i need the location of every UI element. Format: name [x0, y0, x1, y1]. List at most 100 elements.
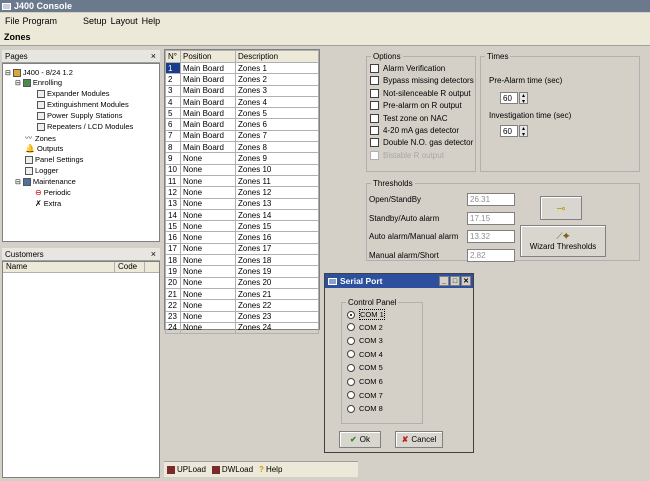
zone-number-cell[interactable]: 12 [165, 186, 181, 199]
zone-number-cell[interactable]: 5 [165, 107, 181, 120]
zone-position-cell[interactable]: Main Board [180, 129, 236, 143]
zone-position-cell[interactable]: Main Board [180, 61, 236, 75]
com-port-radio[interactable]: COM 8 [347, 404, 383, 413]
table-row[interactable]: 4 Main Board Zones 4 [165, 95, 319, 109]
zone-description-cell[interactable]: Zones 10 [235, 163, 319, 176]
zone-number-cell[interactable]: 10 [165, 163, 181, 176]
zone-number-cell[interactable]: 24 [165, 321, 181, 335]
zone-position-cell[interactable]: None [180, 220, 236, 233]
zone-position-cell[interactable]: None [180, 208, 236, 222]
tree-node-expander[interactable]: Expander Modules [37, 89, 110, 98]
zone-number-cell[interactable]: 14 [165, 208, 181, 222]
tree-node-logger[interactable]: Logger [25, 166, 58, 175]
zone-position-cell[interactable]: None [180, 299, 236, 312]
table-row[interactable]: 11 None Zones 11 [165, 174, 319, 188]
menu-layout[interactable]: Layout [111, 16, 138, 26]
key-button[interactable]: ⊸ [540, 196, 582, 220]
zone-position-cell[interactable]: None [180, 197, 236, 210]
customers-close-icon[interactable]: × [151, 248, 156, 261]
table-row[interactable]: 1 Main Board Zones 1 [165, 61, 319, 75]
zone-position-cell[interactable]: None [180, 231, 236, 244]
tree-node-panel-settings[interactable]: Panel Settings [25, 155, 83, 164]
zone-description-cell[interactable]: Zones 21 [235, 287, 319, 301]
zone-position-cell[interactable]: None [180, 287, 236, 301]
option-checkbox[interactable]: Pre-alarm on R output [370, 101, 462, 111]
zone-description-cell[interactable]: Zones 8 [235, 141, 319, 154]
zone-number-cell[interactable]: 4 [165, 95, 181, 109]
zone-number-cell[interactable]: 3 [165, 84, 181, 97]
zone-number-cell[interactable]: 22 [165, 299, 181, 312]
zone-position-cell[interactable]: None [180, 276, 236, 289]
zone-position-cell[interactable]: Main Board [180, 107, 236, 120]
column-position[interactable]: Position [180, 50, 236, 63]
option-checkbox[interactable]: Bypass missing detectors [370, 76, 474, 86]
tree-node-power-supply[interactable]: Power Supply Stations [37, 111, 122, 120]
table-row[interactable]: 23 None Zones 23 [165, 310, 319, 323]
zone-number-cell[interactable]: 13 [165, 197, 181, 210]
customers-list[interactable]: Name Code [2, 261, 160, 478]
menu-program[interactable]: Program [23, 16, 58, 26]
column-number[interactable]: N° [165, 50, 181, 63]
zone-number-cell[interactable]: 18 [165, 254, 181, 267]
tree-node-enrolling[interactable]: ⊟ Enrolling [15, 78, 62, 87]
zone-position-cell[interactable]: None [180, 242, 236, 256]
zone-description-cell[interactable]: Zones 7 [235, 129, 319, 143]
zone-number-cell[interactable]: 9 [165, 152, 181, 165]
table-row[interactable]: 7 Main Board Zones 7 [165, 129, 319, 143]
zone-description-cell[interactable]: Zones 12 [235, 186, 319, 199]
column-code[interactable]: Code [115, 262, 145, 272]
zone-position-cell[interactable]: None [180, 254, 236, 267]
table-row[interactable]: 24 None Zones 24 [165, 321, 319, 335]
zone-number-cell[interactable]: 21 [165, 287, 181, 301]
tree-node-periodic[interactable]: ⊖ Periodic [35, 188, 71, 197]
zone-description-cell[interactable]: Zones 18 [235, 254, 319, 267]
com-port-radio[interactable]: COM 3 [347, 336, 383, 345]
wizard-thresholds-button[interactable]: ⟋✦ Wizard Thresholds [520, 225, 606, 257]
zone-description-cell[interactable]: Zones 22 [235, 299, 319, 312]
com-port-radio[interactable]: COM 5 [347, 363, 383, 372]
zone-description-cell[interactable]: Zones 2 [235, 73, 319, 86]
table-row[interactable]: 12 None Zones 12 [165, 186, 319, 199]
option-checkbox[interactable]: Alarm Verification [370, 64, 445, 73]
ok-button[interactable]: ✔ Ok [339, 431, 381, 448]
table-row[interactable]: 16 None Zones 16 [165, 231, 319, 244]
zone-description-cell[interactable]: Zones 16 [235, 231, 319, 244]
zone-description-cell[interactable]: Zones 15 [235, 220, 319, 233]
table-row[interactable]: 3 Main Board Zones 3 [165, 84, 319, 97]
table-row[interactable]: 15 None Zones 15 [165, 220, 319, 233]
zone-position-cell[interactable]: Main Board [180, 73, 236, 86]
zone-description-cell[interactable]: Zones 23 [235, 310, 319, 323]
table-row[interactable]: 5 Main Board Zones 5 [165, 107, 319, 120]
zone-description-cell[interactable]: Zones 13 [235, 197, 319, 210]
zone-number-cell[interactable]: 8 [165, 141, 181, 154]
zone-position-cell[interactable]: None [180, 163, 236, 176]
table-row[interactable]: 2 Main Board Zones 2 [165, 73, 319, 86]
zone-position-cell[interactable]: None [180, 265, 236, 278]
zone-description-cell[interactable]: Zones 5 [235, 107, 319, 120]
table-row[interactable]: 22 None Zones 22 [165, 299, 319, 312]
zone-number-cell[interactable]: 20 [165, 276, 181, 289]
menu-help[interactable]: Help [142, 16, 161, 26]
com-port-radio[interactable]: COM 1 [347, 309, 385, 320]
option-checkbox[interactable]: 4-20 mA gas detector [370, 126, 459, 135]
com-port-radio[interactable]: COM 6 [347, 377, 383, 386]
tree-node-repeaters[interactable]: Repeaters / LCD Modules [37, 122, 133, 131]
tree-node-extra[interactable]: ✗ Extra [35, 199, 61, 208]
zone-description-cell[interactable]: Zones 6 [235, 118, 319, 131]
com-port-radio[interactable]: COM 2 [347, 323, 383, 332]
zone-description-cell[interactable]: Zones 4 [235, 95, 319, 109]
column-description[interactable]: Description [235, 50, 319, 63]
zone-number-cell[interactable]: 11 [165, 174, 181, 188]
tree-node-zones[interactable]: 〰 Zones [25, 133, 56, 143]
help-button[interactable]: ? Help [259, 465, 282, 474]
tree-node-maintenance[interactable]: ⊟ Maintenance [15, 177, 76, 186]
zone-description-cell[interactable]: Zones 24 [235, 321, 319, 335]
cancel-button[interactable]: ✘ Cancel [395, 431, 443, 448]
tree-node-extinguishment[interactable]: Extinguishment Modules [37, 100, 129, 109]
zone-description-cell[interactable]: Zones 17 [235, 242, 319, 256]
table-row[interactable]: 14 None Zones 14 [165, 208, 319, 222]
table-row[interactable]: 18 None Zones 18 [165, 254, 319, 267]
menu-file[interactable]: File [5, 16, 20, 26]
table-row[interactable]: 19 None Zones 19 [165, 265, 319, 278]
maximize-icon[interactable]: □ [450, 276, 460, 286]
